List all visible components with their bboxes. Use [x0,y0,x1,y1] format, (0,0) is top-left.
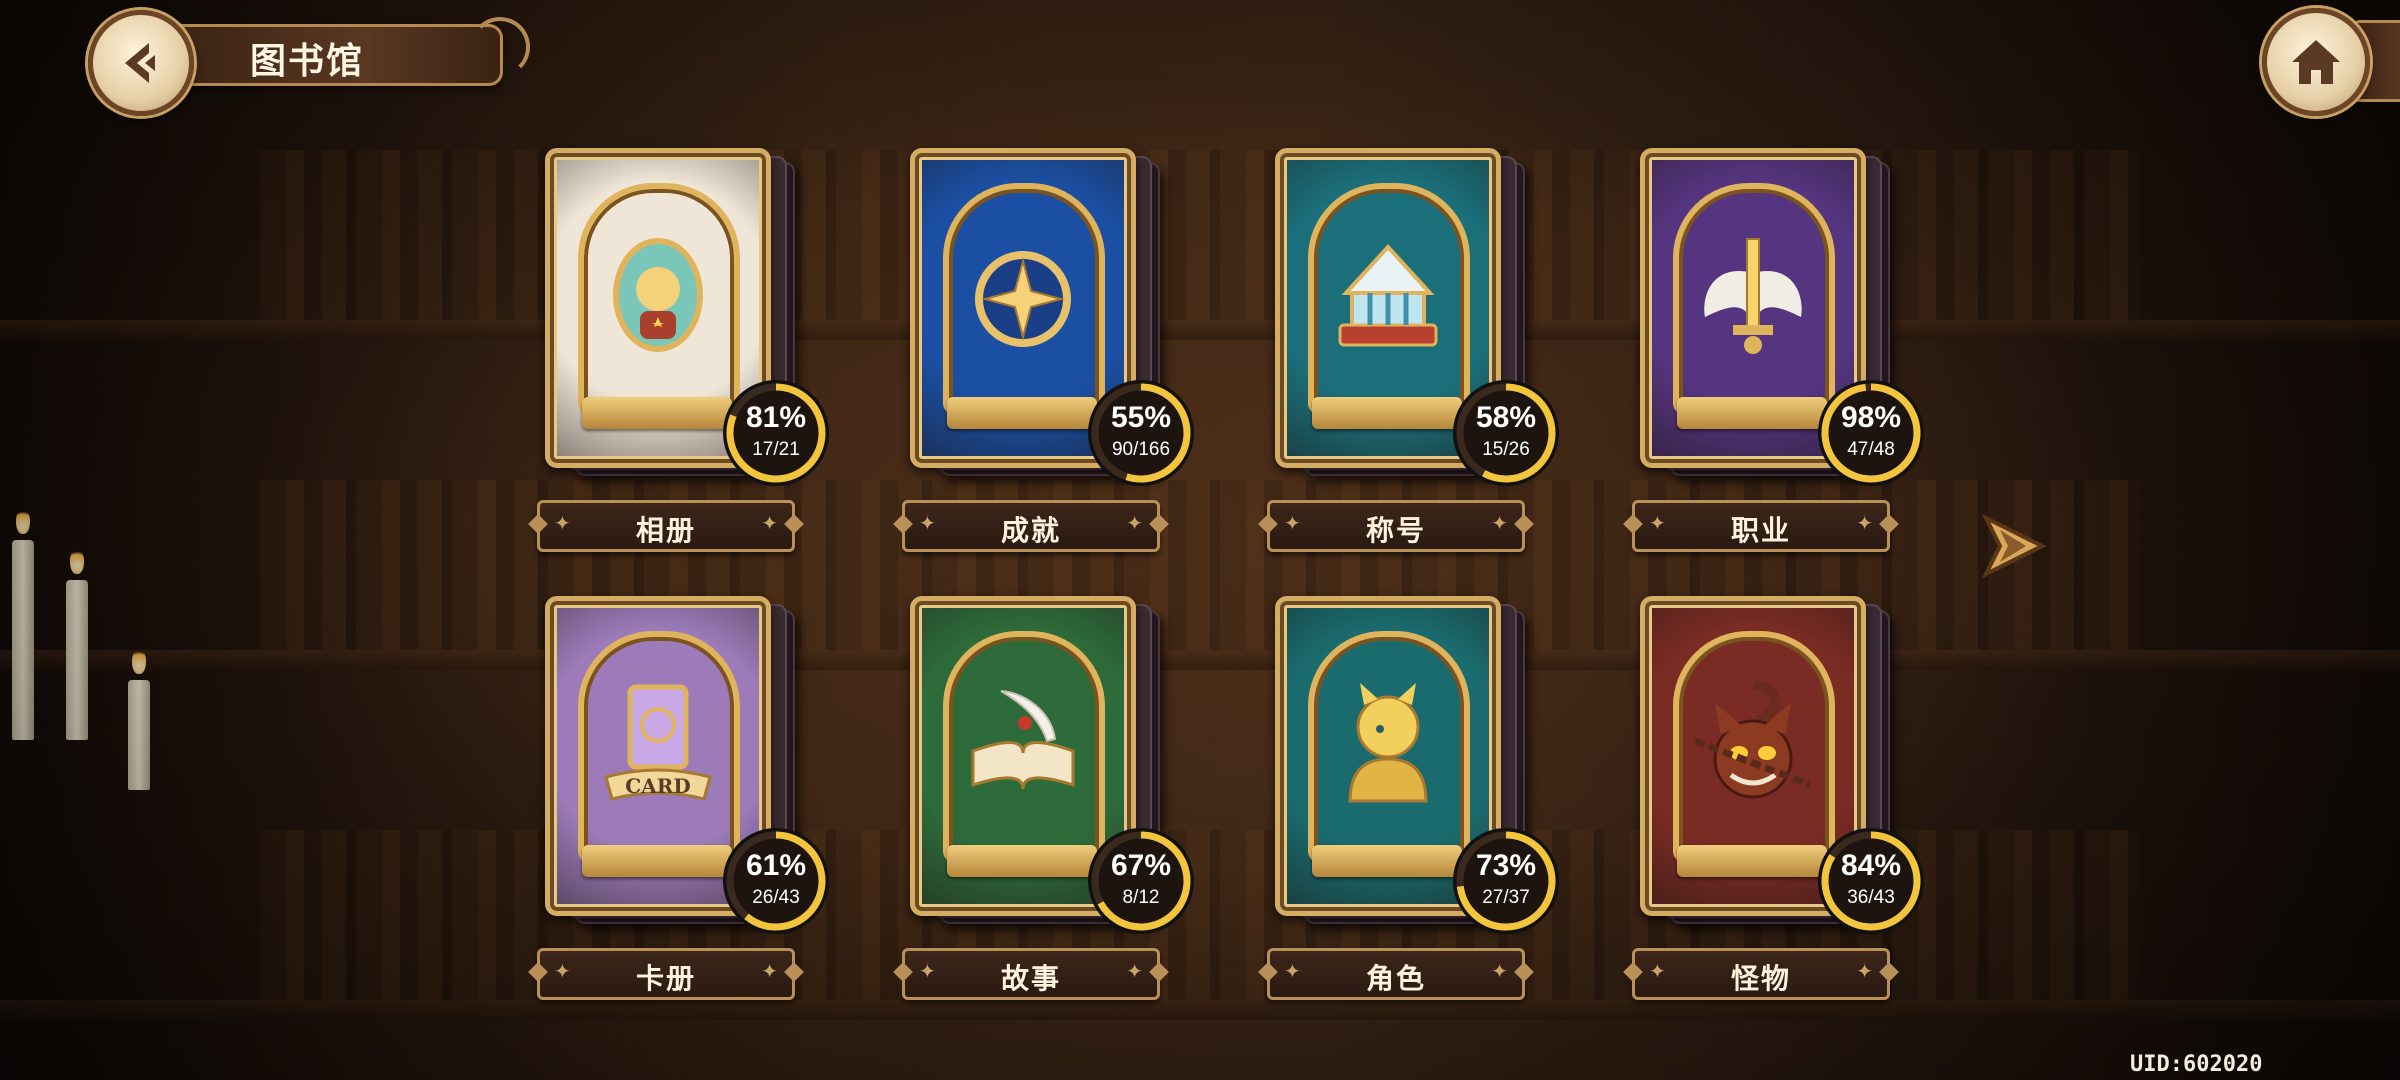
book-label[interactable]: 角色 [1258,948,1534,1000]
progress-badge: 61% 26/43 [723,828,829,934]
progress-badge: 67% 8/12 [1088,828,1194,934]
book-card[interactable]: 81% 17/21 相册 [528,148,835,568]
progress-badge: 55% 90/166 [1088,380,1194,486]
back-arrow-icon [125,43,155,83]
book-card[interactable]: CARD 61% 26/43 卡册 [528,596,835,1016]
progress-percent: 98% [1840,401,1902,434]
book-card[interactable]: 67% 8/12 故事 [893,596,1200,1016]
home-button[interactable] [2262,8,2370,116]
uid-label: UID:602020 [2130,1052,2263,1077]
progress-percent: 58% [1475,401,1537,434]
home-icon [2292,40,2340,84]
progress-percent: 73% [1475,849,1537,882]
book-label[interactable]: 相册 [528,500,804,552]
book-label[interactable]: 卡册 [528,948,804,1000]
book-label-text: 卡册 [635,962,696,995]
book-label[interactable]: 成就 [893,500,1169,552]
book-label-text: 职业 [1730,514,1791,547]
winged-sword-icon [1695,233,1811,363]
book-label-text: 相册 [635,514,696,547]
book-card[interactable]: 55% 90/166 成就 [893,148,1200,568]
progress-badge: 81% 17/21 [723,380,829,486]
book-card[interactable]: 98% 47/48 职业 [1623,148,1930,568]
book-label-text: 角色 [1365,962,1426,995]
progress-count: 36/43 [1847,887,1895,908]
progress-percent: 84% [1840,849,1902,882]
progress-percent: 61% [745,849,807,882]
book-label[interactable]: 故事 [893,948,1169,1000]
progress-percent: 81% [745,401,807,434]
book-label-text: 称号 [1365,514,1426,547]
book-card[interactable]: 58% 15/26 称号 [1258,148,1565,568]
progress-badge: 58% 15/26 [1453,380,1559,486]
portrait-icon [600,233,716,363]
progress-count: 27/37 [1482,887,1530,908]
book-label-text: 成就 [1000,514,1061,547]
open-book-quill-icon [965,681,1081,811]
progress-percent: 67% [1110,849,1172,882]
book-label[interactable]: 怪物 [1623,948,1899,1000]
progress-count: 90/166 [1111,439,1171,460]
next-arrow-icon [1981,513,2047,579]
progress-count: 8/12 [1122,887,1160,908]
back-button[interactable] [88,10,194,116]
page-title: 图书馆 [250,41,365,82]
next-page-button[interactable] [1978,508,2050,584]
svg-text:CARD: CARD [625,774,690,798]
book-label-text: 故事 [1000,962,1061,995]
progress-badge: 84% 36/43 [1818,828,1924,934]
chained-cat-monster-icon [1695,681,1811,811]
progress-percent: 55% [1110,401,1172,434]
book-label-text: 怪物 [1730,962,1791,995]
book-label[interactable]: 职业 [1623,500,1899,552]
progress-count: 47/48 [1847,439,1895,460]
book-card[interactable]: 84% 36/43 怪物 [1623,596,1930,1016]
progress-badge: 73% 27/37 [1453,828,1559,934]
circus-tent-icon [1330,233,1446,363]
book-label[interactable]: 称号 [1258,500,1534,552]
progress-count: 17/21 [752,439,800,460]
card-icon: CARD [600,681,716,811]
book-card[interactable]: 73% 27/37 角色 [1258,596,1565,1016]
progress-badge: 98% 47/48 [1818,380,1924,486]
star-medal-icon [965,233,1081,363]
progress-count: 26/43 [752,887,800,908]
character-bust-icon [1330,681,1446,811]
progress-count: 15/26 [1482,439,1530,460]
